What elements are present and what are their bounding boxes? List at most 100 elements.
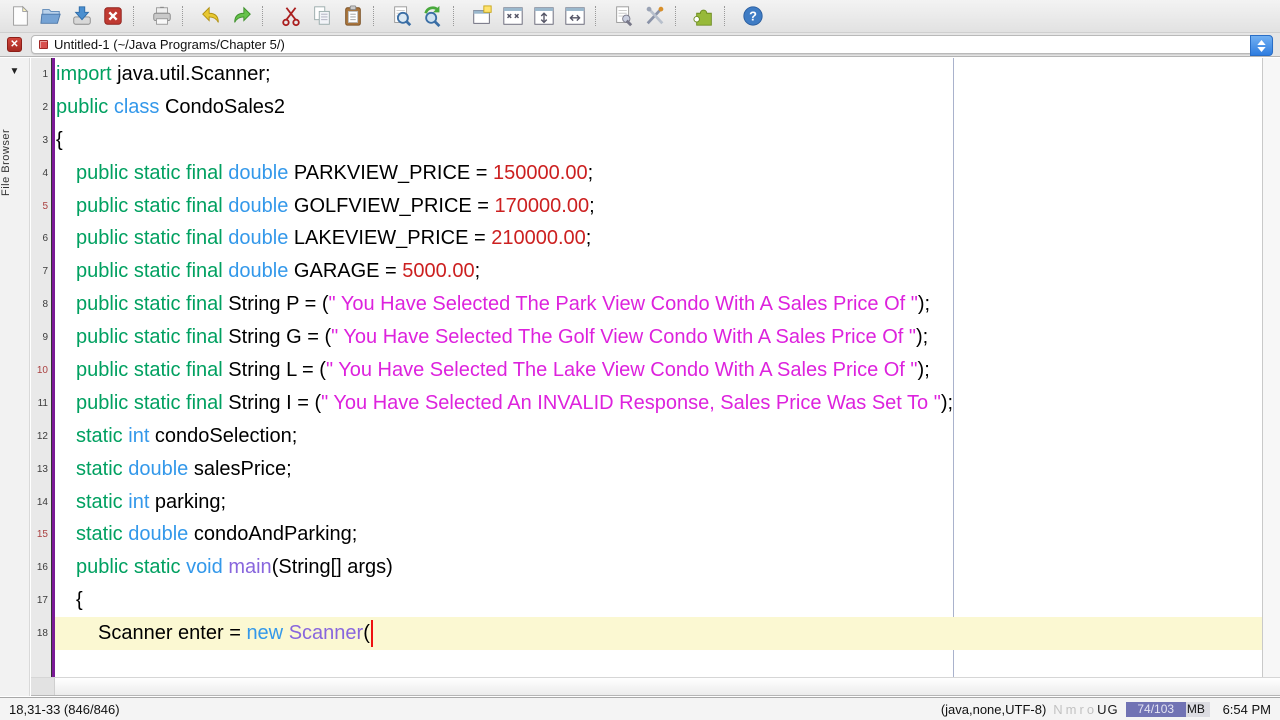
code-token: public static final bbox=[76, 227, 229, 250]
split-vertical-button[interactable] bbox=[559, 2, 590, 30]
horizontal-scrollbar[interactable] bbox=[31, 677, 1280, 696]
split-horizontal-icon bbox=[533, 5, 555, 27]
line-number: 16 bbox=[36, 562, 48, 574]
paste-icon bbox=[342, 5, 364, 27]
code-line[interactable]: static double salesPrice; bbox=[55, 453, 1262, 486]
buffer-title: Untitled-1 (~/Java Programs/Chapter 5/) bbox=[54, 37, 285, 52]
unsplit-button[interactable] bbox=[497, 2, 528, 30]
copy-icon bbox=[311, 5, 333, 27]
code-token: ; bbox=[474, 260, 481, 283]
code-token: double bbox=[228, 260, 289, 283]
code-token: 150000.00 bbox=[493, 161, 588, 184]
buffer-dropdown-button[interactable] bbox=[1250, 35, 1273, 56]
buffer-options-button[interactable] bbox=[608, 2, 639, 30]
cut-icon bbox=[280, 5, 302, 27]
toolbar-separator bbox=[373, 6, 382, 26]
memory-usage-fill: 74/103 bbox=[1125, 701, 1186, 717]
cut-button[interactable] bbox=[275, 2, 306, 30]
find-next-button[interactable] bbox=[417, 2, 448, 30]
plugin-manager-button[interactable] bbox=[688, 2, 719, 30]
line-number: 2 bbox=[42, 101, 48, 113]
open-file-button[interactable] bbox=[35, 2, 66, 30]
new-view-button[interactable] bbox=[466, 2, 497, 30]
modified-buffer-icon bbox=[39, 40, 48, 49]
gutter: 1 2 3 4 5 6 7 8 9 10 11 12 13 14 15 16 17 18 bbox=[31, 58, 51, 677]
redo-button[interactable] bbox=[226, 2, 257, 30]
line-number: 10 bbox=[36, 364, 48, 376]
code-line[interactable]: public static final String P = (" You Ha… bbox=[55, 288, 1262, 321]
plugin-manager-icon bbox=[692, 5, 715, 27]
code-line[interactable]: public static final String I = (" You Ha… bbox=[55, 387, 1262, 420]
code-token: public static final bbox=[76, 326, 229, 349]
find-button[interactable] bbox=[386, 2, 417, 30]
help-button[interactable]: ? bbox=[737, 2, 768, 30]
code-token: String P = ( bbox=[228, 293, 329, 316]
chevron-down-icon bbox=[1257, 46, 1266, 52]
code-line[interactable]: static double condoAndParking; bbox=[55, 518, 1262, 551]
undo-button[interactable] bbox=[195, 2, 226, 30]
code-token: { bbox=[56, 128, 63, 151]
buffer-mode-indicator[interactable]: (java,none,UTF-8) bbox=[941, 702, 1046, 717]
line-number: 9 bbox=[42, 332, 48, 344]
code-token: ( bbox=[363, 622, 370, 645]
code-line[interactable]: { bbox=[55, 584, 1262, 617]
code-token: 210000.00 bbox=[491, 227, 586, 250]
code-token: ; bbox=[589, 194, 595, 217]
dock-popup-arrow-icon[interactable]: ▼ bbox=[0, 58, 29, 77]
file-browser-dock-button[interactable]: File Browser bbox=[0, 92, 30, 232]
code-token: String I = ( bbox=[228, 391, 322, 414]
code-line[interactable]: public static final double PARKVIEW_PRIC… bbox=[55, 157, 1262, 190]
vertical-scrollbar[interactable] bbox=[1262, 58, 1280, 677]
code-token: static bbox=[76, 424, 129, 447]
memory-status-widget[interactable]: 74/103 MB bbox=[1125, 701, 1210, 717]
code-token: public static final bbox=[76, 391, 229, 414]
status-bar: 18,31-33 (846/846) (java,none,UTF-8) Nmr… bbox=[0, 697, 1280, 720]
paste-button[interactable] bbox=[337, 2, 368, 30]
code-token: void bbox=[186, 556, 223, 579]
close-buffer-button[interactable]: ✕ bbox=[7, 37, 22, 52]
code-token: static bbox=[76, 490, 129, 513]
memory-unit: MB bbox=[1186, 701, 1205, 716]
code-token: main bbox=[228, 556, 272, 579]
code-line[interactable]: static int condoSelection; bbox=[55, 420, 1262, 453]
code-line[interactable]: public static final double GARAGE = 5000… bbox=[55, 255, 1262, 288]
global-options-icon bbox=[644, 5, 666, 27]
find-icon bbox=[391, 5, 413, 27]
code-line[interactable]: public static final double GOLFVIEW_PRIC… bbox=[55, 190, 1262, 223]
line-number: 4 bbox=[42, 167, 48, 179]
close-buffer-button[interactable] bbox=[97, 2, 128, 30]
code-token: ); bbox=[917, 358, 930, 381]
save-file-button[interactable] bbox=[66, 2, 97, 30]
line-number: 15 bbox=[36, 529, 48, 541]
global-options-button[interactable] bbox=[639, 2, 670, 30]
code-line[interactable]: static int parking; bbox=[55, 486, 1262, 519]
code-token: public bbox=[56, 95, 114, 118]
code-area[interactable]: import java.util.Scanner; public class Co… bbox=[55, 58, 1262, 677]
code-line[interactable]: public static final double LAKEVIEW_PRIC… bbox=[55, 222, 1262, 255]
code-token: java.util.Scanner; bbox=[111, 62, 271, 85]
code-token: int bbox=[128, 490, 150, 513]
code-token: public static final bbox=[76, 358, 229, 381]
new-file-button[interactable] bbox=[4, 2, 35, 30]
buffer-switcher[interactable]: Untitled-1 (~/Java Programs/Chapter 5/) bbox=[31, 35, 1273, 56]
code-line[interactable]: public static final String L = (" You Ha… bbox=[55, 354, 1262, 387]
code-token: " You Have Selected The Lake View Condo … bbox=[325, 358, 918, 381]
line-number: 8 bbox=[42, 299, 48, 311]
code-line[interactable]: public static void main (String[] args) bbox=[55, 551, 1262, 584]
line-number: 7 bbox=[42, 266, 48, 278]
open-file-icon bbox=[39, 5, 62, 27]
copy-button[interactable] bbox=[306, 2, 337, 30]
buffer-flags: NmroUG bbox=[1053, 702, 1118, 717]
code-token: int bbox=[128, 424, 150, 447]
print-button[interactable] bbox=[146, 2, 177, 30]
code-token: public static bbox=[76, 556, 187, 579]
code-line[interactable]: Scanner enter = new Scanner( bbox=[55, 617, 1262, 651]
code-token: 5000.00 bbox=[402, 260, 475, 283]
code-line[interactable]: { bbox=[55, 124, 1262, 157]
text-caret bbox=[370, 620, 373, 648]
code-line[interactable]: public static final String G = (" You Ha… bbox=[55, 321, 1262, 354]
code-line[interactable]: public class CondoSales2 bbox=[55, 91, 1262, 124]
split-horizontal-button[interactable] bbox=[528, 2, 559, 30]
code-token: double bbox=[228, 227, 289, 250]
code-line[interactable]: import java.util.Scanner; bbox=[55, 58, 1262, 91]
